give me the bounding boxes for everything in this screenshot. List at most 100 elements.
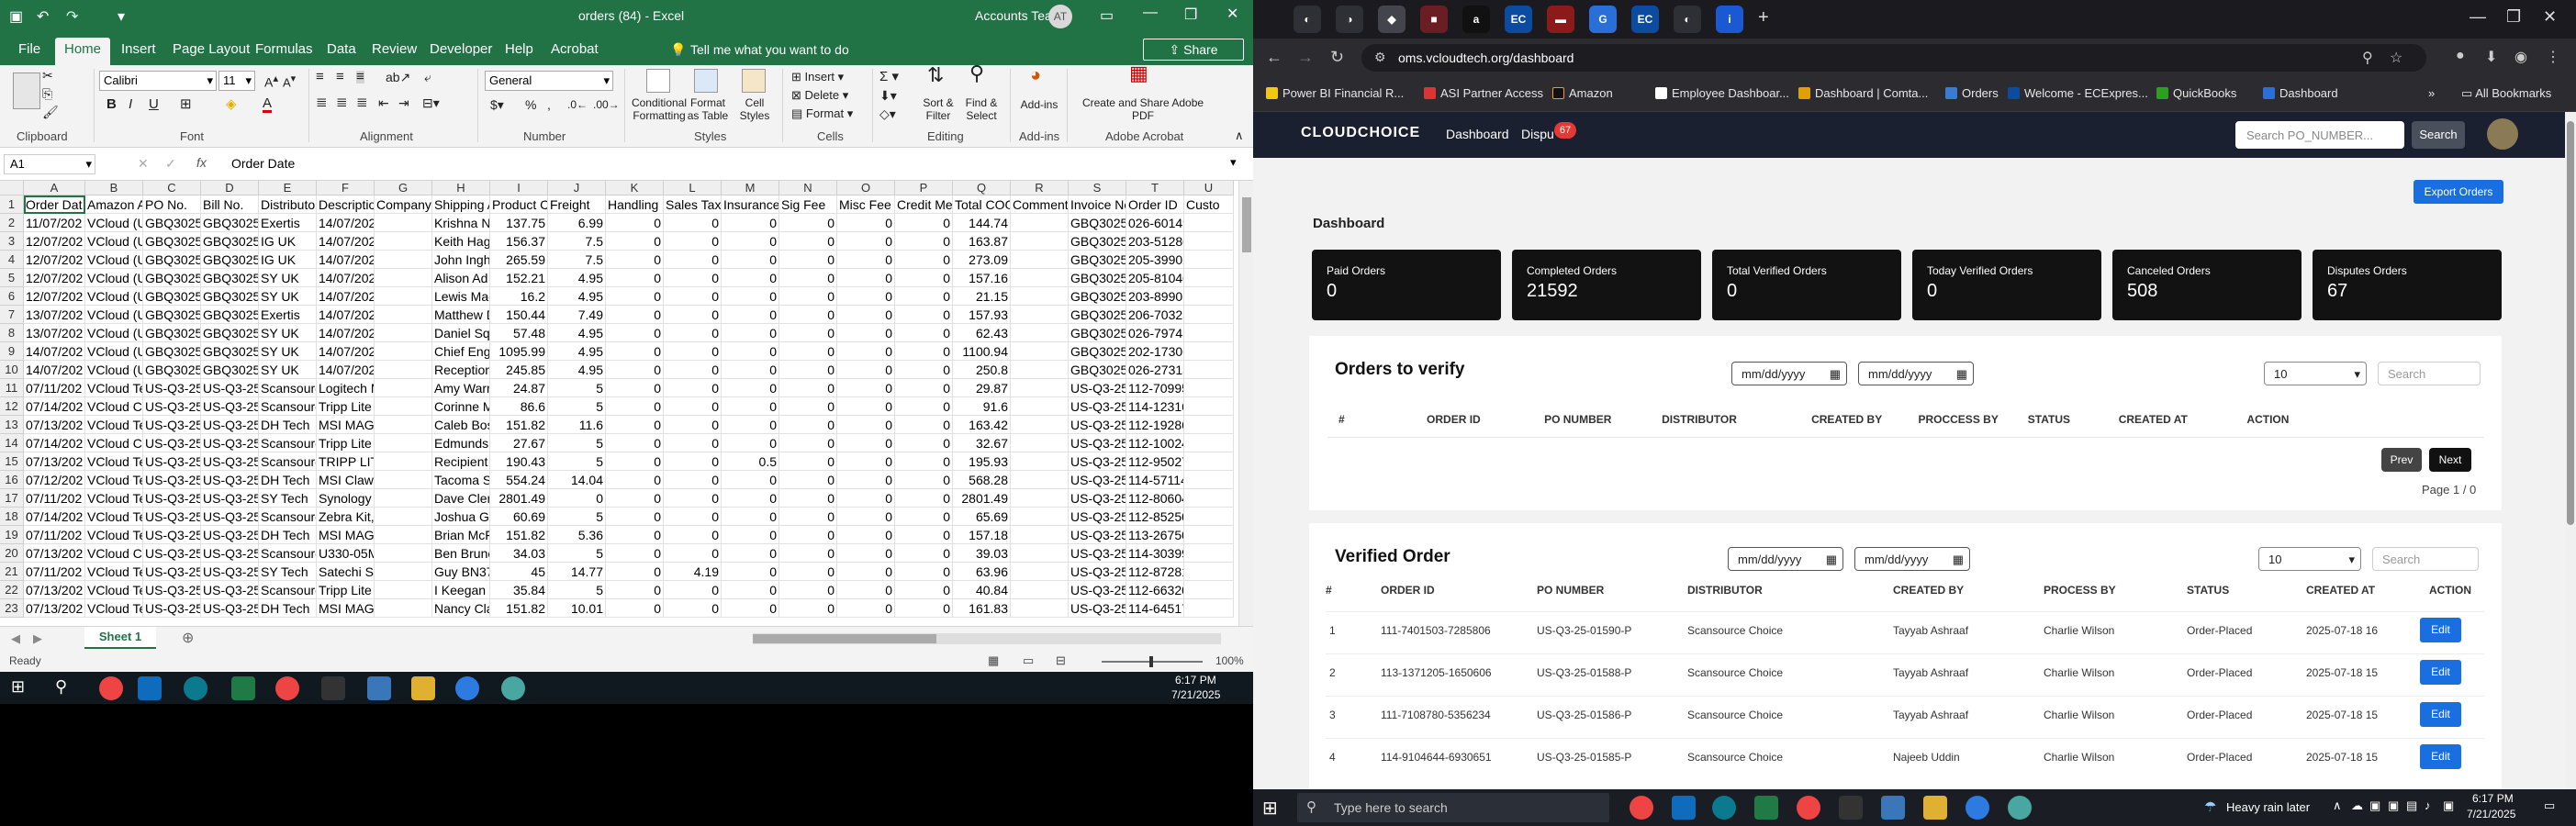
percent-icon[interactable]: % [525, 98, 536, 111]
table-cell[interactable]: 0 [606, 544, 664, 563]
tab-review[interactable]: Review [363, 38, 426, 65]
table-cell[interactable]: 07/14/202 [24, 434, 85, 452]
column-header[interactable]: L [664, 181, 722, 195]
table-cell[interactable] [1011, 489, 1069, 508]
table-cell[interactable]: VCloud Ch [85, 434, 143, 452]
table-cell[interactable]: US-Q3-25- [143, 526, 201, 544]
column-header[interactable]: T [1126, 181, 1184, 195]
calendar-icon[interactable]: ▦ [1830, 367, 1841, 382]
table-cell[interactable]: 151.82 [490, 416, 548, 434]
scroll-thumb[interactable] [753, 634, 936, 643]
table-cell[interactable]: Company [375, 195, 432, 214]
table-cell[interactable]: 0 [895, 269, 953, 287]
cut-icon[interactable]: ✂ [42, 69, 53, 82]
column-header[interactable]: G [375, 181, 432, 195]
table-cell[interactable]: 026-6014906-5021 [1126, 214, 1184, 232]
tab-file[interactable]: File [9, 38, 50, 65]
edit-button[interactable]: Edit [2420, 660, 2461, 685]
table-cell[interactable] [1011, 452, 1069, 471]
table-cell[interactable] [375, 526, 432, 544]
table-cell[interactable]: VCloud (U [85, 287, 143, 306]
table-cell[interactable]: MSI MAG A1000GL P [317, 599, 375, 618]
table-cell[interactable]: VCloud Te [85, 489, 143, 508]
table-cell[interactable]: 0 [722, 471, 779, 489]
table-cell[interactable]: 10.01 [548, 599, 606, 618]
table-cell[interactable]: 62.43 [953, 324, 1011, 342]
table-cell[interactable]: MSI Claw PC Gaming [317, 471, 375, 489]
sort-filter-button[interactable]: Sort & Filter [914, 96, 962, 122]
table-cell[interactable]: US-Q3-25- [201, 489, 259, 508]
end-date-input[interactable]: mm/dd/yyyy ▦ [1858, 362, 1974, 385]
comma-icon[interactable]: , [547, 98, 551, 111]
table-cell[interactable]: 14.04 [548, 471, 606, 489]
table-cell[interactable]: 0 [606, 526, 664, 544]
table-cell[interactable]: 113-2675079-3694 [1126, 526, 1184, 544]
table-cell[interactable] [1184, 287, 1234, 306]
table-cell[interactable]: DH Tech [259, 599, 317, 618]
bookmark-item[interactable]: QuickBooks [2156, 86, 2236, 100]
table-cell[interactable]: 0 [779, 287, 837, 306]
table-cell[interactable]: 0 [837, 416, 895, 434]
table-cell[interactable]: 0 [779, 416, 837, 434]
table-cell[interactable]: US-Q3-25- [201, 416, 259, 434]
table-cell[interactable]: TRIPP LITE Exhaust F [317, 452, 375, 471]
addins-icon[interactable]: ◕ [1030, 66, 1041, 84]
table-cell[interactable]: I Keegan [432, 581, 490, 599]
table-cell[interactable]: VCloud Te [85, 526, 143, 544]
table-cell[interactable]: Handling F [606, 195, 664, 214]
app-icon[interactable] [2008, 796, 2032, 820]
table-cell[interactable]: SY UK [259, 324, 317, 342]
restore-icon[interactable]: ❐ [2506, 7, 2521, 27]
addins-button[interactable]: Add-ins [1017, 98, 1061, 111]
table-cell[interactable]: VCloud (U [85, 324, 143, 342]
table-cell[interactable]: Custo [1184, 195, 1234, 214]
bookmark-star-icon[interactable]: ☆ [2390, 49, 2402, 67]
table-cell[interactable]: 0 [837, 599, 895, 618]
redo-icon[interactable]: ↷ [66, 7, 78, 26]
decrease-indent-icon[interactable]: ⇤ [378, 96, 389, 109]
row-header[interactable]: 1 [0, 195, 24, 214]
table-cell[interactable] [1011, 581, 1069, 599]
table-cell[interactable]: 0 [606, 489, 664, 508]
table-cell[interactable]: 0 [722, 544, 779, 563]
table-cell[interactable]: 91.6 [953, 397, 1011, 416]
table-cell[interactable]: US-Q3-25- [1069, 526, 1126, 544]
browser-tab[interactable]: i [1716, 6, 1743, 33]
table-cell[interactable]: VCloud Te [85, 452, 143, 471]
clear-icon[interactable]: ◇▾ [879, 107, 896, 120]
align-left-icon[interactable]: ≣ [316, 95, 328, 109]
user-avatar[interactable] [2487, 118, 2518, 150]
table-cell[interactable]: 0 [895, 416, 953, 434]
table-cell[interactable]: 112-8060410-8823 [1126, 489, 1184, 508]
table-cell[interactable]: 14/07/2025 [317, 361, 375, 379]
row-header[interactable]: 15 [0, 452, 24, 471]
table-cell[interactable]: GBQ3025- [143, 214, 201, 232]
table-cell[interactable]: 0 [837, 544, 895, 563]
table-cell[interactable]: 0 [722, 269, 779, 287]
copy-icon[interactable]: ⎘ [42, 87, 52, 100]
table-cell[interactable]: 0 [779, 232, 837, 251]
address-bar[interactable]: ⚙ oms.vcloudtech.org/dashboard ☆ ⚲ [1361, 44, 2426, 72]
row-header[interactable]: 2 [0, 214, 24, 232]
table-cell[interactable] [375, 508, 432, 526]
table-cell[interactable]: 0 [606, 508, 664, 526]
table-cell[interactable]: 163.87 [953, 232, 1011, 251]
spreadsheet-grid[interactable]: A B C D E F G H I J K L M N O P Q R S T U 1 Order Dat Amazon AP… [0, 181, 1253, 626]
table-cell[interactable]: 60.69 [490, 508, 548, 526]
table-cell[interactable]: Joshua Gu [432, 508, 490, 526]
table-cell[interactable]: US-Q3-25- [201, 452, 259, 471]
formula-input[interactable]: Order Date [231, 156, 295, 171]
bookmark-item[interactable]: Power BI Financial R... [1266, 86, 1404, 100]
table-cell[interactable]: 07/11/202 [24, 526, 85, 544]
enter-icon[interactable]: ✓ [165, 156, 176, 172]
chrome-icon[interactable] [1630, 796, 1653, 820]
page-layout-view-icon[interactable]: ▭ [1023, 653, 1034, 668]
close-icon[interactable]: ✕ [2543, 7, 2557, 27]
table-cell[interactable]: 29.87 [953, 379, 1011, 397]
table-cell[interactable] [1011, 232, 1069, 251]
column-header[interactable]: S [1069, 181, 1126, 195]
tab-formulas[interactable]: Formulas [246, 38, 322, 65]
table-cell[interactable]: Order Dat [24, 195, 85, 214]
table-cell[interactable] [1011, 544, 1069, 563]
normal-view-icon[interactable]: ▦ [988, 653, 999, 668]
